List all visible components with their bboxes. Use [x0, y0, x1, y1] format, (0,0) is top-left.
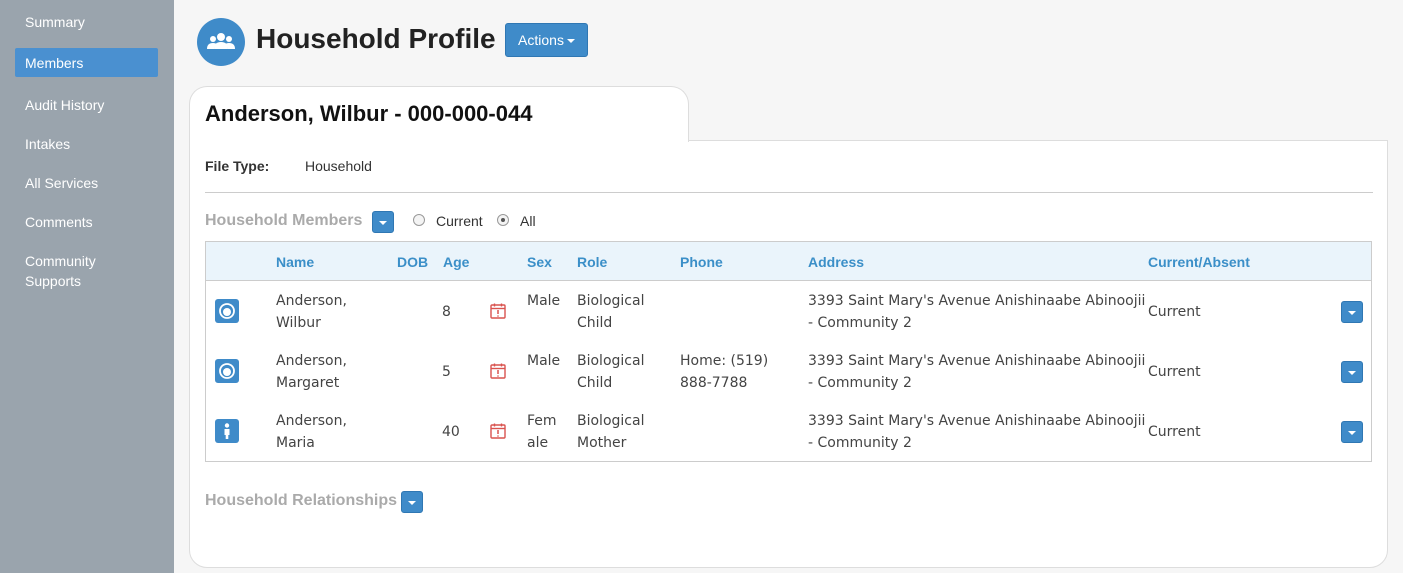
- table-header: Name DOB Age Sex Role Phone Address Curr…: [206, 242, 1371, 281]
- chevron-down-icon: [1348, 431, 1356, 435]
- column-header-name[interactable]: Name: [276, 254, 314, 270]
- member-status: Current: [1148, 364, 1201, 380]
- member-role: Biological Mother: [577, 413, 645, 451]
- calendar-alert-icon[interactable]: [489, 422, 507, 440]
- member-age: 5: [442, 364, 451, 380]
- sidebar-item-community-supports[interactable]: Community Supports: [15, 251, 115, 291]
- row-actions-button[interactable]: [1341, 301, 1363, 323]
- divider: [205, 192, 1373, 193]
- sidebar-item-summary[interactable]: Summary: [15, 12, 158, 32]
- members-dropdown-button[interactable]: [372, 211, 394, 233]
- member-address: 3393 Saint Mary's Avenue Anishinaabe Abi…: [808, 413, 1146, 451]
- member-sex: Male: [527, 293, 561, 309]
- adult-person-icon[interactable]: [215, 419, 239, 443]
- filter-all-radio[interactable]: [497, 214, 509, 226]
- table-row: Anderson, Margaret 5 Male Biological Child…: [206, 342, 1371, 402]
- child-face-icon[interactable]: [215, 359, 239, 383]
- chevron-down-icon: [1348, 371, 1356, 375]
- household-members-title: Household Members: [205, 212, 363, 229]
- column-header-current-absent[interactable]: Current/Absent: [1148, 254, 1250, 270]
- member-age: 40: [442, 424, 460, 440]
- member-role: Biological Child: [577, 293, 645, 331]
- child-face-icon[interactable]: [215, 299, 239, 323]
- column-header-age[interactable]: Age: [443, 254, 469, 270]
- sidebar-item-comments[interactable]: Comments: [15, 212, 158, 232]
- filter-current-label: Current: [436, 213, 483, 229]
- member-sex: Male: [527, 353, 561, 369]
- filter-all-label: All: [520, 213, 536, 229]
- calendar-alert-icon[interactable]: [489, 362, 507, 380]
- members-table: Name DOB Age Sex Role Phone Address Curr…: [205, 241, 1372, 462]
- column-header-sex[interactable]: Sex: [527, 254, 552, 270]
- member-address: 3393 Saint Mary's Avenue Anishinaabe Abi…: [808, 293, 1146, 331]
- table-row: Anderson, Wilbur 8 Male Biological Child 3…: [206, 282, 1371, 342]
- member-status: Current: [1148, 424, 1201, 440]
- chevron-down-icon: [1348, 311, 1356, 315]
- member-status: Current: [1148, 304, 1201, 320]
- actions-label: Actions: [518, 32, 564, 48]
- profile-title: Anderson, Wilbur - 000-000-044: [205, 101, 533, 126]
- filter-current-radio[interactable]: [413, 214, 425, 226]
- file-type-label: File Type:: [205, 158, 270, 174]
- sidebar-item-intakes[interactable]: Intakes: [15, 134, 158, 154]
- member-phone: Home: (519) 888-7788: [680, 353, 769, 391]
- relationships-dropdown-button[interactable]: [401, 491, 423, 513]
- member-role: Biological Child: [577, 353, 645, 391]
- member-sex: Fem ale: [527, 413, 557, 451]
- column-header-role[interactable]: Role: [577, 254, 607, 270]
- people-icon: [197, 18, 245, 66]
- sidebar: Summary Members Audit History Intakes Al…: [0, 0, 174, 573]
- chevron-down-icon: [408, 501, 416, 505]
- sidebar-item-all-services[interactable]: All Services: [15, 173, 158, 193]
- household-relationships-title: Household Relationships: [205, 492, 398, 509]
- column-header-phone[interactable]: Phone: [680, 254, 723, 270]
- actions-button[interactable]: Actions: [505, 23, 588, 57]
- row-actions-button[interactable]: [1341, 361, 1363, 383]
- sidebar-item-audit-history[interactable]: Audit History: [15, 95, 158, 115]
- member-name: Anderson, Margaret: [276, 353, 347, 391]
- sidebar-item-members[interactable]: Members: [15, 48, 158, 77]
- calendar-alert-icon[interactable]: [489, 302, 507, 320]
- member-name: Anderson, Wilbur: [276, 293, 347, 331]
- member-name: Anderson, Maria: [276, 413, 347, 451]
- member-address: 3393 Saint Mary's Avenue Anishinaabe Abi…: [808, 353, 1146, 391]
- chevron-down-icon: [566, 39, 575, 44]
- member-age: 8: [442, 304, 451, 320]
- file-type-value: Household: [305, 158, 372, 174]
- page-title: Household Profile: [256, 23, 496, 54]
- chevron-down-icon: [379, 221, 387, 225]
- column-header-dob[interactable]: DOB: [397, 254, 428, 270]
- table-row: Anderson, Maria 40 Fem ale Biological Mothe…: [206, 402, 1371, 462]
- column-header-address[interactable]: Address: [808, 254, 864, 270]
- row-actions-button[interactable]: [1341, 421, 1363, 443]
